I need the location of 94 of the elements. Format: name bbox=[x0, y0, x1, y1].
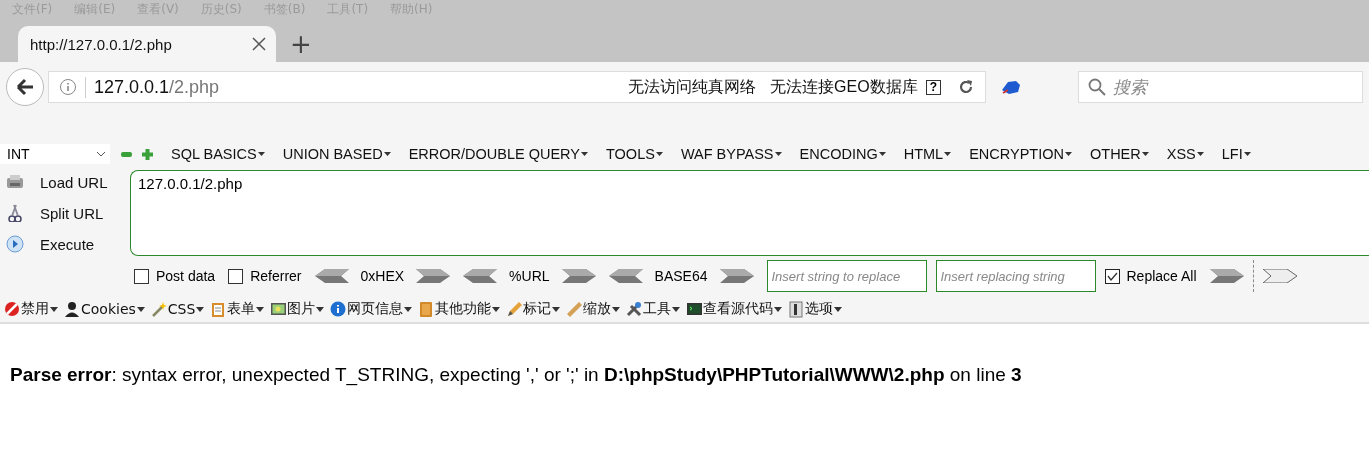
back-arrow-icon bbox=[15, 77, 35, 97]
plus-icon[interactable] bbox=[142, 148, 153, 160]
error-message: Parse error: syntax error, unexpected T_STRING, expecting ',' or ';' in D:\phpStudy\PHPTutorial\WWW\2.php on line 3 bbox=[10, 364, 1023, 386]
toolbar-menu[interactable]: 工具 bbox=[626, 300, 681, 318]
caret-icon bbox=[655, 152, 663, 156]
checkbox[interactable] bbox=[228, 268, 244, 284]
caret-icon bbox=[1196, 152, 1204, 156]
encoder-label: %URL bbox=[509, 268, 550, 284]
tab-title: http://127.0.0.1/2.php bbox=[30, 35, 172, 53]
caret-icon bbox=[612, 306, 621, 312]
encoder-label: 0xHEX bbox=[360, 268, 405, 284]
status-text: 无法访问纯真网络 bbox=[628, 76, 757, 97]
checkbox-label: Referrer bbox=[250, 268, 302, 284]
checkbox-label: Replace All bbox=[1126, 268, 1197, 284]
caret-icon bbox=[834, 306, 843, 312]
replace-field[interactable]: Insert string to replace bbox=[766, 260, 927, 292]
caret-icon bbox=[774, 152, 782, 156]
toolbar-menu[interactable]: 缩放 bbox=[566, 300, 621, 318]
replace-field[interactable]: Insert replacing string bbox=[935, 260, 1096, 292]
caret-icon bbox=[256, 306, 265, 312]
menu-button[interactable]: OTHER bbox=[1090, 146, 1149, 162]
checkbox[interactable] bbox=[1104, 268, 1120, 284]
encode-arrow-icon[interactable] bbox=[463, 269, 498, 283]
new-tab-button[interactable]: + bbox=[290, 30, 312, 58]
decode-arrow-icon[interactable] bbox=[416, 269, 451, 283]
toolbar-menu[interactable]: Cookies bbox=[64, 300, 145, 318]
back-button[interactable] bbox=[6, 68, 44, 106]
info-icon bbox=[330, 300, 348, 318]
close-icon[interactable] bbox=[252, 37, 266, 51]
help-button[interactable]: ? bbox=[925, 79, 941, 95]
decode-arrow-icon[interactable] bbox=[719, 269, 754, 283]
menu-button[interactable]: LFI bbox=[1221, 146, 1251, 162]
caret-icon bbox=[552, 306, 561, 312]
menu-button[interactable]: TOOLS bbox=[606, 146, 663, 162]
action-button[interactable]: Execute bbox=[6, 232, 130, 256]
caret-icon bbox=[1141, 152, 1149, 156]
action-button[interactable]: Split URL bbox=[6, 201, 130, 225]
menu-button[interactable]: XSS bbox=[1166, 146, 1204, 162]
tools-icon bbox=[626, 300, 644, 318]
caret-icon bbox=[404, 306, 413, 312]
toolbar-menu[interactable]: 标记 bbox=[506, 300, 561, 318]
caret-icon bbox=[196, 306, 205, 312]
encode-arrow-icon[interactable] bbox=[608, 269, 643, 283]
replace-arrow-icon[interactable] bbox=[1209, 269, 1244, 283]
menu-button[interactable]: WAF BYPASS bbox=[680, 146, 782, 162]
status-text: 无法连接GEO数据库 bbox=[770, 76, 918, 97]
encode-arrow-icon[interactable] bbox=[314, 269, 349, 283]
reload-icon[interactable] bbox=[957, 78, 975, 96]
caret-icon bbox=[50, 306, 58, 312]
url-text: 127.0.0.1/2.php bbox=[85, 76, 220, 98]
info-icon bbox=[59, 78, 77, 96]
caret-icon bbox=[672, 306, 681, 312]
url-input-field[interactable]: 127.0.0.1/2.php bbox=[130, 170, 1369, 256]
toolbar-menu[interactable]: 其他功能 bbox=[418, 300, 501, 318]
image-icon bbox=[270, 300, 288, 318]
toolbar-menu[interactable]: CSS bbox=[150, 300, 205, 318]
checkbox[interactable] bbox=[134, 268, 149, 284]
caret-icon bbox=[316, 306, 325, 312]
caret-icon bbox=[774, 306, 783, 312]
address-bar[interactable]: 127.0.0.1/2.php 无法访问纯真网络 无法连接GEO数据库 ? bbox=[48, 71, 986, 103]
caret-icon bbox=[257, 152, 265, 156]
caret-icon bbox=[581, 152, 588, 156]
toolbar-menu[interactable]: 图片 bbox=[270, 300, 325, 318]
type-dropdown[interactable]: INT bbox=[0, 144, 110, 164]
decode-arrow-icon[interactable] bbox=[561, 269, 596, 283]
encoder-label: BASE64 bbox=[654, 268, 708, 284]
menu-button[interactable]: UNION BASED bbox=[282, 146, 391, 162]
caret-icon bbox=[1065, 152, 1072, 156]
menu-button[interactable]: ENCODING bbox=[799, 146, 886, 162]
source-icon bbox=[686, 300, 704, 318]
caret-icon bbox=[1243, 152, 1251, 156]
menu-button[interactable]: ENCRYPTION bbox=[969, 146, 1072, 162]
menu-button[interactable]: SQL BASICS bbox=[171, 146, 265, 162]
caret-icon bbox=[136, 306, 145, 312]
menu-button[interactable]: ERROR/DOUBLE QUERY bbox=[408, 146, 588, 162]
checkbox-label: Post data bbox=[156, 268, 216, 284]
caret-icon bbox=[492, 306, 501, 312]
chevron-icon bbox=[96, 151, 106, 157]
toolbar-menu[interactable]: 网页信息 bbox=[330, 300, 413, 318]
replace-arrow-icon[interactable] bbox=[1262, 269, 1297, 283]
caret-icon bbox=[383, 152, 391, 156]
toolbar-menu[interactable]: 表单 bbox=[210, 300, 265, 318]
action-button[interactable]: Load URL bbox=[6, 170, 130, 194]
search-field[interactable]: 搜索 bbox=[1078, 71, 1363, 103]
toolbar-menu[interactable]: 选项 bbox=[788, 300, 843, 318]
browser-tab[interactable]: http://127.0.0.1/2.php bbox=[18, 26, 276, 62]
menu-button[interactable]: HTML bbox=[903, 146, 952, 162]
toolbar-menu[interactable]: 禁用 bbox=[4, 300, 58, 318]
disable-icon bbox=[4, 300, 21, 318]
caret-icon bbox=[878, 152, 886, 156]
checkmark-icon bbox=[1106, 271, 1118, 281]
caret-icon bbox=[944, 152, 952, 156]
execute-icon bbox=[6, 235, 24, 253]
toolbar-menu[interactable]: 查看源代码 bbox=[686, 300, 783, 318]
